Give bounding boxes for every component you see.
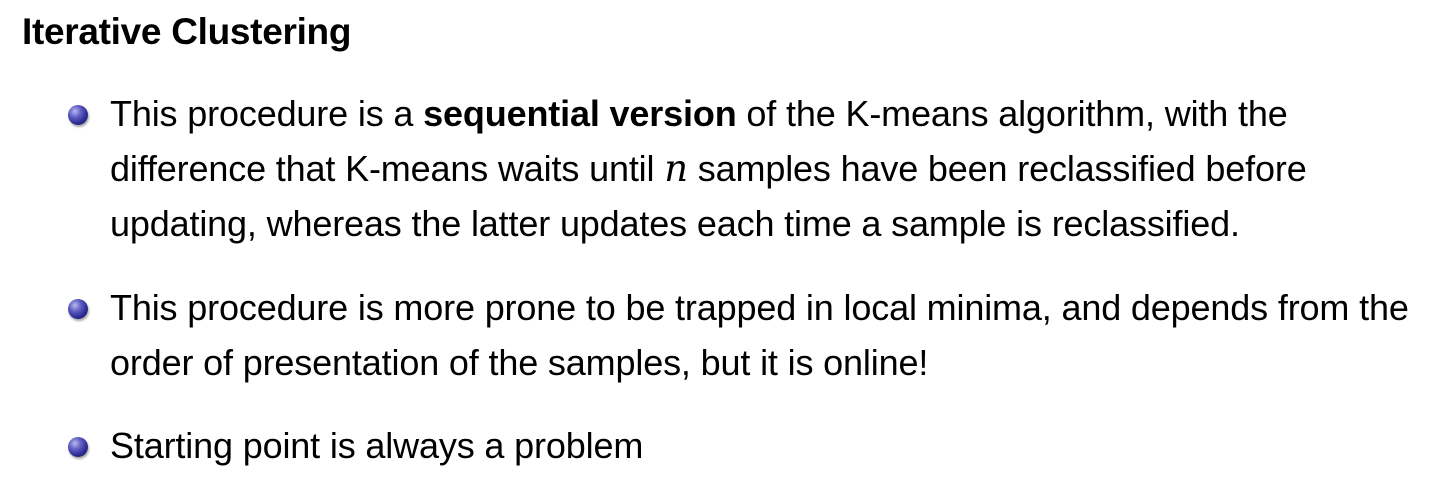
bullet-text: This procedure is more prone to be trapp… bbox=[110, 287, 1409, 383]
bullet-text-emphasis: sequential version bbox=[423, 93, 737, 134]
frame-title: Iterative Clustering bbox=[22, 11, 352, 52]
ball-bullet-icon bbox=[68, 437, 88, 457]
math-variable-n: n bbox=[664, 147, 688, 190]
slide: Iterative Clustering This procedure is a… bbox=[0, 0, 1444, 490]
bullet-item-local-minima: This procedure is more prone to be trapp… bbox=[68, 280, 1430, 390]
ball-bullet-icon bbox=[68, 299, 88, 319]
ball-bullet-icon bbox=[68, 105, 88, 125]
bullet-text: Starting point is always a problem bbox=[110, 425, 644, 466]
bullet-item-starting-point: Starting point is always a problem bbox=[68, 418, 1430, 473]
bullet-item-sequential-version: This procedure is a sequential version o… bbox=[68, 86, 1430, 251]
bullet-text-prefix: This procedure is a bbox=[110, 93, 424, 134]
